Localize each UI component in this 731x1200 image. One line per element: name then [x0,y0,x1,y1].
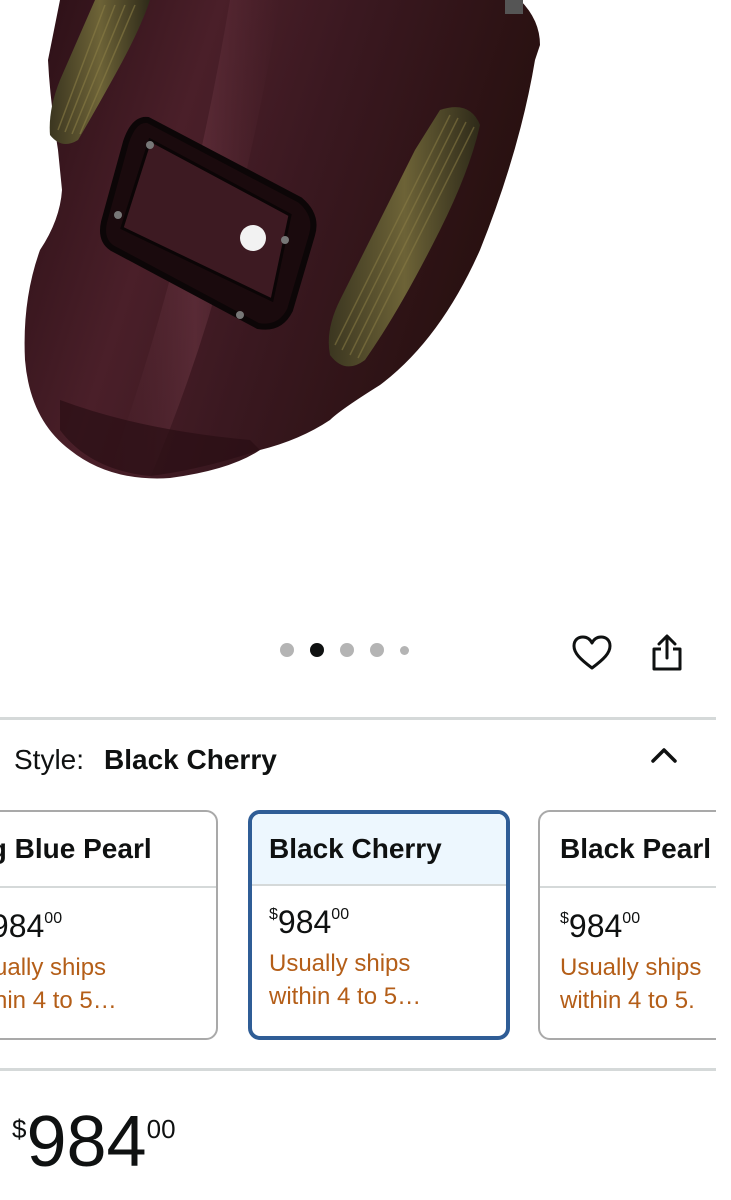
style-label: Style: [14,744,85,775]
price-whole: 984 [26,1102,147,1182]
style-selected-value: Black Cherry [104,744,277,775]
swatch-name: Black Pearl [540,812,716,888]
swatch-name: ig Blue Pearl [0,812,216,888]
product-image [24,0,541,479]
carousel-dot-active[interactable] [310,643,324,657]
heart-icon [572,635,612,670]
swatch-availability: Usually ships within 4 to 5… [269,950,422,1010]
price-fraction: 00 [146,1114,176,1144]
swatch-price: $98400 [560,908,641,944]
swatch-availability: sually ships ithin 4 to 5… [0,954,117,1014]
carousel-dot[interactable] [370,643,384,657]
carousel-dot[interactable] [400,645,409,655]
style-swatch-big-blue-pearl[interactable]: ig Blue Pearl $98400 sually ships ithin … [0,810,218,1040]
carousel-dot[interactable] [280,643,294,657]
section-divider [0,717,716,720]
style-swatch-black-pearl[interactable]: Black Pearl $98400 Usually ships within … [538,810,716,1040]
swatch-price: $98400 [269,904,350,940]
style-swatch-black-cherry[interactable]: Black Cherry $98400 Usually ships within… [248,810,510,1040]
add-to-wishlist-button[interactable] [570,631,614,675]
swatch-name: Black Cherry [252,814,506,886]
chevron-up-icon [651,748,677,763]
product-price: $ 984 00 [12,1104,176,1180]
style-selector-header: Style: Black Cherry [14,744,277,776]
swatch-availability: Usually ships within 4 to 5. [560,954,702,1014]
share-icon [652,634,682,671]
style-swatch-list[interactable]: ig Blue Pearl $98400 sually ships ithin … [0,810,716,1042]
swatch-price: $98400 [0,908,63,944]
carousel-dot[interactable] [340,643,354,657]
share-button[interactable] [645,631,689,675]
collapse-style-button[interactable] [644,738,684,772]
price-currency: $ [12,1114,27,1144]
image-carousel-dots[interactable] [280,643,425,657]
section-divider [0,1068,716,1071]
